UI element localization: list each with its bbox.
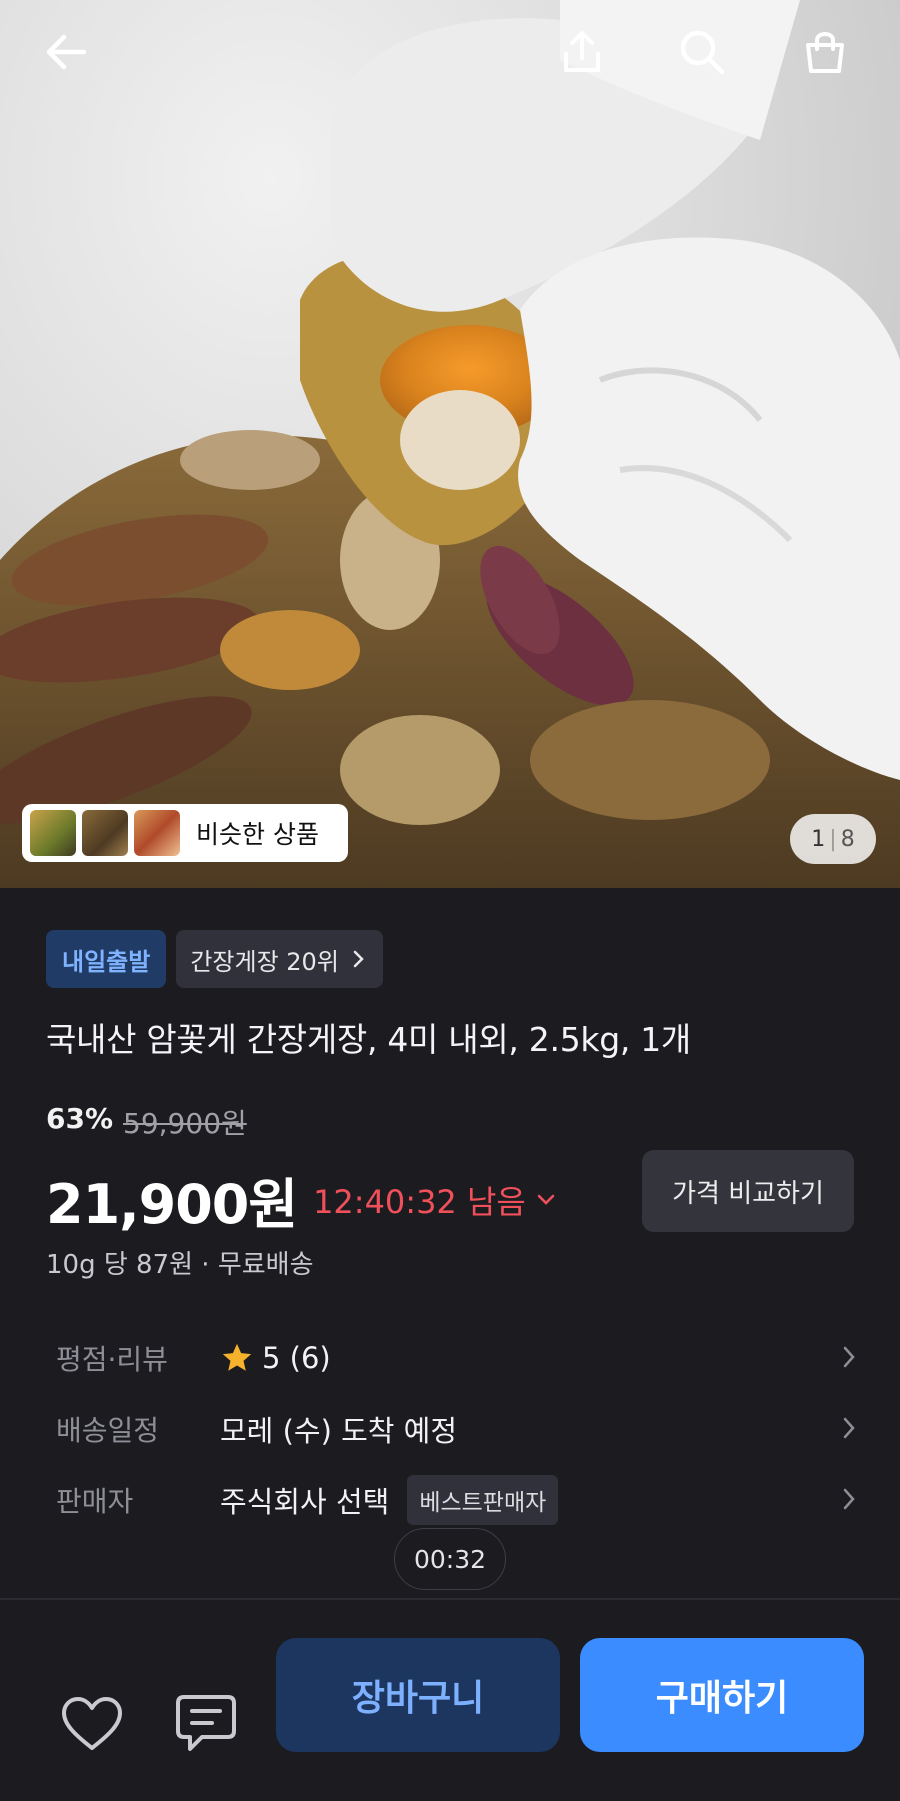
similar-products-label: 비슷한 상품: [196, 820, 319, 849]
counter-separator: |: [829, 826, 837, 852]
chat-message-icon: [176, 1695, 236, 1751]
bottom-action-bar: 장바구니 구매하기: [0, 1600, 900, 1801]
rating-label: 평점·리뷰: [56, 1343, 168, 1376]
image-counter: 1 | 8: [790, 814, 876, 864]
sale-timer: 12:40:32 남음: [313, 1182, 526, 1221]
rating-value-wrap: 5 (6): [220, 1341, 331, 1375]
similar-thumbnail: [134, 810, 180, 856]
cart-icon-button[interactable]: [795, 22, 855, 82]
chevron-right-icon: [843, 1488, 855, 1510]
add-to-cart-button[interactable]: 장바구니: [276, 1638, 560, 1752]
delivery-label: 배송일정: [56, 1414, 160, 1447]
unit-price-shipping: 10g 당 87원 · 무료배송: [46, 1250, 314, 1280]
top-navigation-bar: [0, 0, 900, 110]
back-button[interactable]: [36, 22, 96, 82]
delivery-badge: 내일출발: [46, 930, 167, 988]
inquiry-button[interactable]: [170, 1688, 242, 1760]
search-icon: [680, 30, 725, 75]
seller-name: 주식회사 선택: [220, 1485, 390, 1519]
seller-label: 판매자: [56, 1485, 134, 1518]
product-badges: 내일출발 간장게장 20위: [46, 930, 383, 988]
wishlist-button[interactable]: [56, 1688, 128, 1760]
rating-review-row[interactable]: 평점·리뷰 5 (6): [56, 1328, 856, 1388]
original-price: 59,900원: [123, 1107, 247, 1140]
share-icon: [564, 31, 600, 72]
chevron-right-icon: [843, 1417, 855, 1439]
rating-value: 5 (6): [262, 1341, 331, 1375]
seller-value-wrap: 주식회사 선택 베스트판매자: [220, 1475, 559, 1525]
share-button[interactable]: [552, 22, 612, 82]
price-compare-button[interactable]: 가격 비교하기: [642, 1150, 854, 1232]
shopping-bag-icon: [806, 32, 844, 73]
heart-icon: [62, 1697, 122, 1750]
counter-total: 8: [840, 826, 855, 852]
ranking-label: 간장게장 20위: [190, 947, 339, 976]
seller-row[interactable]: 판매자 주식회사 선택 베스트판매자: [56, 1470, 856, 1530]
discount-rate: 63%: [46, 1102, 114, 1135]
star-icon: [222, 1343, 252, 1371]
ranking-badge[interactable]: 간장게장 20위: [176, 930, 383, 988]
delivery-value: 모레 (수) 도착 예정: [220, 1414, 458, 1448]
product-title: 국내산 암꽃게 간장게장, 4미 내외, 2.5kg, 1개: [46, 1020, 691, 1059]
video-timer-chip[interactable]: 00:32: [394, 1528, 506, 1590]
similar-thumbnail: [30, 810, 76, 856]
back-arrow-icon: [46, 34, 87, 70]
discount-row: 63% 59,900원: [46, 1102, 247, 1142]
best-seller-badge: 베스트판매자: [407, 1475, 559, 1525]
delivery-schedule-row[interactable]: 배송일정 모레 (수) 도착 예정: [56, 1399, 856, 1459]
product-image-gallery[interactable]: 비슷한 상품 1 | 8: [0, 0, 900, 888]
counter-current: 1: [811, 826, 826, 852]
chevron-right-icon: [353, 950, 364, 968]
similar-products-button[interactable]: 비슷한 상품: [22, 804, 348, 862]
price-row: 21,900원 12:40:32 남음: [46, 1160, 556, 1239]
product-photo: [0, 0, 900, 888]
sale-price: 21,900원: [46, 1173, 298, 1236]
chevron-right-icon: [843, 1346, 855, 1368]
buy-now-button[interactable]: 구매하기: [580, 1638, 864, 1752]
similar-thumbnail: [82, 810, 128, 856]
search-button[interactable]: [672, 22, 732, 82]
chevron-down-icon[interactable]: [536, 1193, 556, 1207]
